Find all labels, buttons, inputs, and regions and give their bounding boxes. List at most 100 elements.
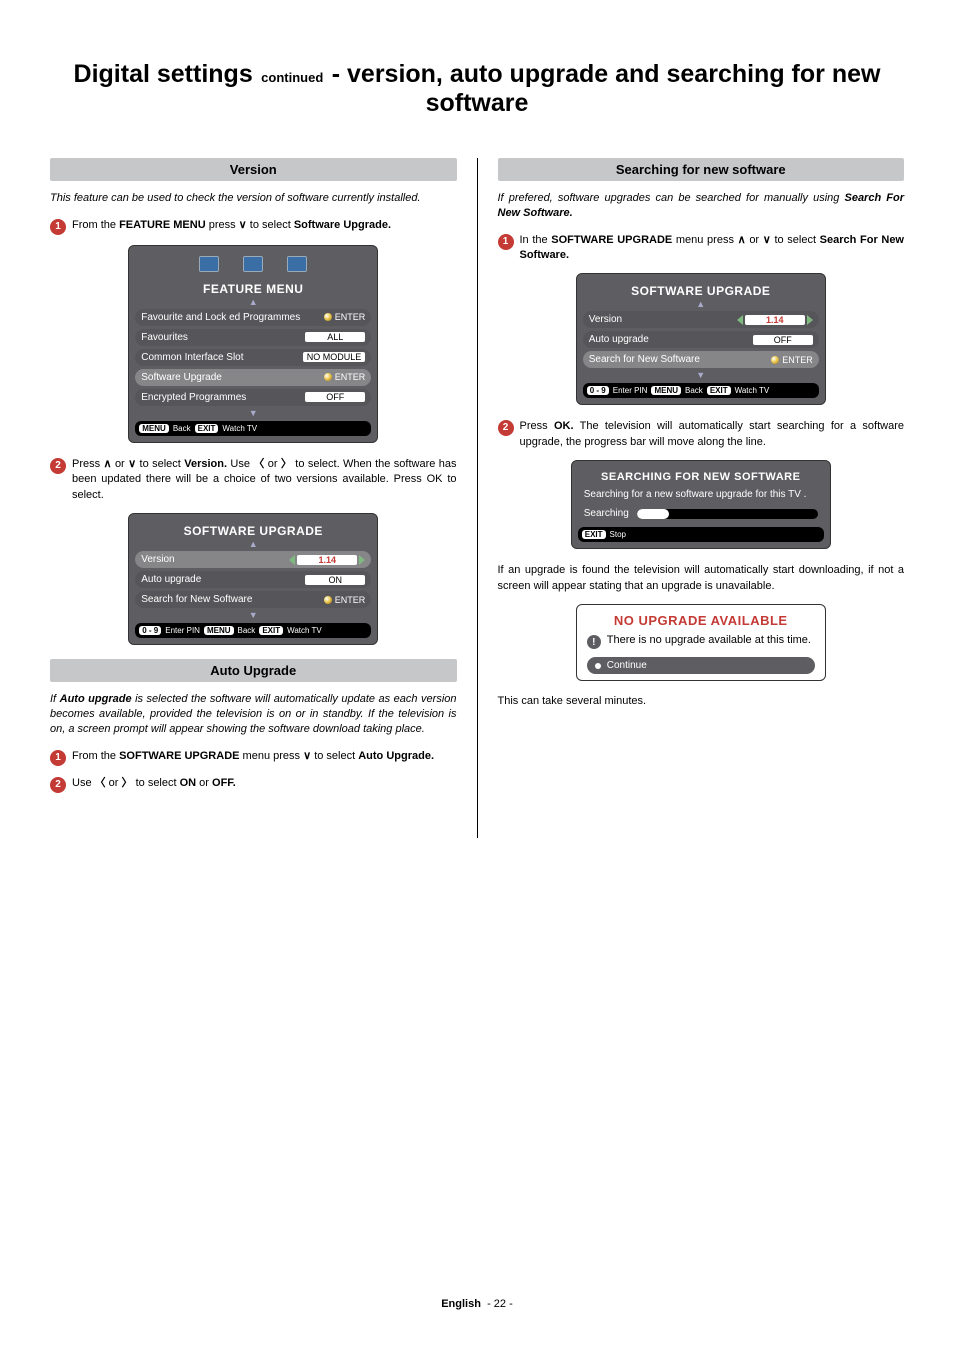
right-triangle-icon bbox=[359, 555, 365, 565]
auto-upgrade-header: Auto Upgrade bbox=[50, 659, 457, 682]
txt-bold: SOFTWARE UPGRADE bbox=[551, 234, 672, 246]
continue-row: Continue bbox=[587, 657, 815, 674]
txt: or bbox=[196, 777, 212, 789]
step-text: In the SOFTWARE UPGRADE menu press ∧ or … bbox=[520, 233, 905, 264]
footer-lang: English bbox=[441, 1298, 481, 1310]
osd-row: Version 1.14 bbox=[583, 311, 819, 328]
searching-intro: If prefered, software upgrades can be se… bbox=[498, 191, 905, 221]
osd-value: ENTER bbox=[771, 355, 813, 365]
step-text: From the FEATURE MENU press ∨ to select … bbox=[72, 218, 457, 235]
txt: to select bbox=[771, 234, 820, 246]
version-intro: This feature can be used to check the ve… bbox=[50, 191, 457, 206]
osd-row-selected: Software UpgradeENTER bbox=[135, 369, 371, 386]
title-part2: - version, auto upgrade and searching fo… bbox=[332, 60, 881, 117]
osd-footer: EXIT Stop bbox=[578, 527, 824, 542]
no-upgrade-title: NO UPGRADE AVAILABLE bbox=[587, 613, 815, 628]
exit-key: EXIT bbox=[195, 424, 219, 433]
osd-footer: 0 - 9Enter PIN MENUBack EXITWatch TV bbox=[135, 623, 371, 638]
txt: Watch TV bbox=[222, 424, 257, 433]
txt: Use bbox=[72, 777, 95, 789]
left-triangle-icon bbox=[737, 315, 743, 325]
osd-label: Search for New Software bbox=[141, 594, 252, 605]
txt: to select bbox=[133, 777, 180, 789]
title-part1: Digital settings bbox=[74, 60, 253, 88]
down-arrow-icon: ∨ bbox=[128, 457, 136, 472]
searching-header: Searching for new software bbox=[498, 158, 905, 181]
auto-upgrade-intro: If Auto upgrade is selected the software… bbox=[50, 692, 457, 737]
osd-row-selected: Search for New SoftwareENTER bbox=[583, 351, 819, 368]
progress-label: Searching bbox=[584, 508, 629, 519]
osd-value: ALL bbox=[305, 332, 365, 342]
osd-footer: MENUBack EXITWatch TV bbox=[135, 421, 371, 436]
menu-key: MENU bbox=[204, 626, 234, 635]
down-arrow-icon: ∨ bbox=[763, 233, 771, 248]
manual-page: Digital settings continued - version, au… bbox=[0, 0, 954, 1350]
auto-step-1: 1 From the SOFTWARE UPGRADE menu press ∨… bbox=[50, 749, 457, 766]
txt-bold: Auto upgrade bbox=[60, 693, 132, 705]
txt: Watch TV bbox=[287, 626, 322, 635]
osd-value: OFF bbox=[753, 335, 813, 345]
osd-row: Auto upgradeON bbox=[135, 571, 371, 588]
osd-label: Version bbox=[141, 554, 174, 565]
footer-page: - 22 - bbox=[487, 1298, 513, 1310]
osd-value: ENTER bbox=[324, 595, 366, 605]
auto-step-2: 2 Use 〈 or 〉 to select ON or OFF. bbox=[50, 776, 457, 793]
osd-label: Version bbox=[589, 314, 622, 325]
txt: Press bbox=[520, 420, 554, 432]
progress-row: Searching bbox=[578, 504, 824, 523]
progress-fill bbox=[637, 509, 670, 519]
searching-osd: SEARCHING FOR NEW SOFTWARE Searching for… bbox=[571, 460, 831, 549]
txt-bold: SOFTWARE UPGRADE bbox=[119, 750, 239, 762]
software-upgrade-osd-left: SOFTWARE UPGRADE ▲ Version 1.14 Auto upg… bbox=[128, 513, 378, 645]
pin-key: 0 - 9 bbox=[139, 626, 161, 635]
enter-dot-icon bbox=[324, 373, 332, 381]
txt: to select bbox=[311, 750, 358, 762]
osd-label: Favourite and Lock ed Programmes bbox=[141, 312, 300, 323]
txt: press bbox=[206, 219, 239, 231]
txt-bold: OK. bbox=[554, 420, 574, 432]
step-text: Press OK. The television will automatica… bbox=[520, 419, 905, 450]
left-column: Version This feature can be used to chec… bbox=[50, 158, 457, 838]
version-step-2: 2 Press ∧ or ∨ to select Version. Use 〈 … bbox=[50, 457, 457, 503]
txt: Watch TV bbox=[735, 386, 770, 395]
txt: From the bbox=[72, 219, 119, 231]
txt-bold: Software Upgrade. bbox=[294, 219, 391, 231]
osd-icon-row bbox=[135, 252, 371, 278]
step-text: From the SOFTWARE UPGRADE menu press ∨ t… bbox=[72, 749, 457, 766]
exit-key: EXIT bbox=[259, 626, 283, 635]
txt: Enter PIN bbox=[613, 386, 648, 395]
txt: menu press bbox=[672, 234, 737, 246]
txt-bold: OFF. bbox=[212, 777, 236, 789]
txt: or bbox=[264, 458, 281, 470]
osd-label: Favourites bbox=[141, 332, 188, 343]
left-arrow-icon: 〈 bbox=[253, 457, 264, 472]
osd-tab-icon bbox=[287, 256, 307, 272]
right-arrow-icon: 〉 bbox=[122, 776, 133, 791]
osd-label: Encrypted Programmes bbox=[141, 392, 246, 403]
caret-down-icon: ▼ bbox=[583, 371, 819, 379]
osd-value: 1.14 bbox=[745, 315, 805, 325]
menu-key: MENU bbox=[139, 424, 169, 433]
txt: ENTER bbox=[335, 372, 366, 382]
caret-down-icon: ▼ bbox=[135, 409, 371, 417]
txt-bold: FEATURE MENU bbox=[119, 219, 206, 231]
version-header: Version bbox=[50, 158, 457, 181]
osd-value-wrap: 1.14 bbox=[737, 315, 813, 325]
left-arrow-icon: 〈 bbox=[95, 776, 106, 791]
up-arrow-icon: ∧ bbox=[104, 457, 112, 472]
enter-dot-icon bbox=[771, 356, 779, 364]
software-upgrade-osd-right: SOFTWARE UPGRADE ▲ Version 1.14 Auto upg… bbox=[576, 273, 826, 405]
txt: Stop bbox=[610, 530, 626, 539]
pin-key: 0 - 9 bbox=[587, 386, 609, 395]
txt: The television will automatically start … bbox=[520, 420, 904, 447]
osd-label: Auto upgrade bbox=[589, 334, 649, 345]
version-step-1: 1 From the FEATURE MENU press ∨ to selec… bbox=[50, 218, 457, 235]
txt: to select bbox=[136, 458, 184, 470]
osd-value: ENTER bbox=[324, 372, 366, 382]
osd-value: 1.14 bbox=[297, 555, 357, 565]
search-step-2: 2 Press OK. The television will automati… bbox=[498, 419, 905, 450]
txt: Back bbox=[685, 386, 703, 395]
osd-row: Auto upgrade OFF bbox=[583, 331, 819, 348]
exit-key: EXIT bbox=[582, 530, 606, 539]
osd-title: SOFTWARE UPGRADE bbox=[583, 280, 819, 300]
